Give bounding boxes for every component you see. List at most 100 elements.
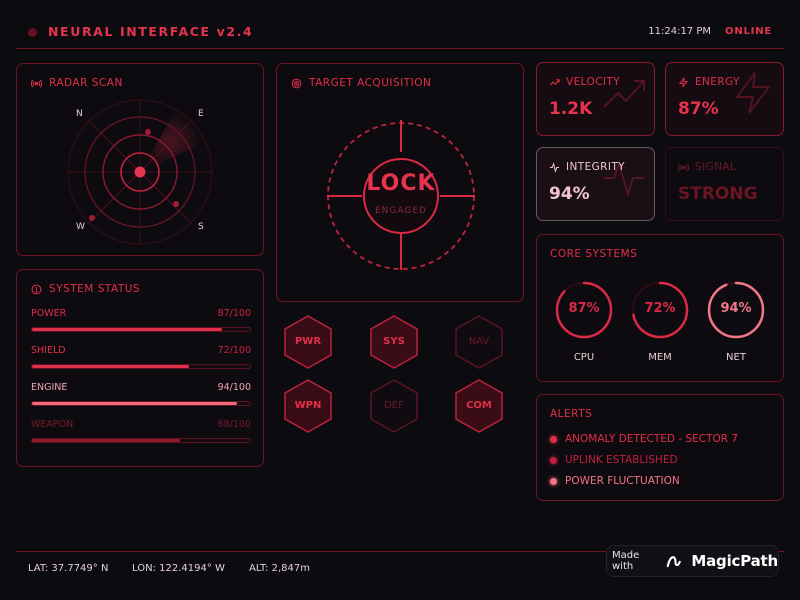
broadcast-icon	[31, 78, 42, 88]
core-systems-title: CORE SYSTEMS	[550, 248, 638, 260]
alert-item[interactable]: POWER FLUCTUATION	[550, 475, 680, 487]
magicpath-logo-icon	[667, 556, 682, 568]
broadcast-icon	[678, 162, 689, 172]
longitude: LON: 122.4194° W	[132, 563, 225, 574]
alerts-panel: ALERTS ANOMALY DETECTED - SECTOR 7 UPLIN…	[536, 394, 784, 501]
hex-button-com[interactable]: COM	[455, 379, 503, 433]
metric-card-velocity[interactable]: VELOCITY 1.2K	[536, 62, 655, 136]
hex-button-wpn[interactable]: WPN	[284, 379, 332, 433]
metric-label: INTEGRITY	[549, 161, 625, 173]
radar-label-w: W	[76, 222, 85, 232]
hex-label: PWR	[294, 336, 322, 347]
radar-blip	[173, 201, 179, 207]
alert-bullet-icon	[550, 456, 557, 464]
metric-card-signal[interactable]: SIGNAL STRONG	[665, 147, 784, 221]
metric-label-text: VELOCITY	[566, 76, 621, 88]
metric-card-energy[interactable]: ENERGY 87%	[665, 62, 784, 136]
target-title: TARGET ACQUISITION	[291, 77, 431, 89]
metric-card-integrity[interactable]: INTEGRITY 94%	[536, 147, 655, 221]
status-value: 94/100	[217, 382, 251, 393]
radar-label-s: S	[198, 222, 204, 232]
clock: 11:24:17 PM	[648, 26, 711, 37]
gauge-label: MEM	[648, 352, 672, 363]
status-name: POWER	[31, 308, 67, 319]
system-status-title-label: SYSTEM STATUS	[49, 283, 141, 295]
hex-label: COM	[466, 400, 492, 411]
activity-icon	[549, 161, 560, 173]
target-reticle[interactable]	[325, 120, 477, 272]
status-value: 87/100	[217, 308, 251, 319]
radar-title-label: RADAR SCAN	[49, 77, 123, 89]
lock-subtext: ENGAGED	[375, 206, 427, 216]
status-bar	[31, 401, 251, 406]
hex-label: DEF	[384, 400, 404, 411]
status-bar-fill	[32, 402, 237, 405]
gauge-cpu: 87% CPU	[554, 280, 614, 365]
radar-label-n: N	[76, 109, 83, 119]
alerts-title: ALERTS	[550, 408, 593, 420]
hex-button-nav[interactable]: NAV	[455, 315, 503, 369]
metric-label: SIGNAL	[678, 161, 736, 173]
header-bar: NEURAL INTERFACE v2.4 11:24:17 PM ONLINE	[16, 16, 784, 49]
gauge-mem: 72% MEM	[630, 280, 690, 365]
status-bar	[31, 438, 251, 443]
radar-panel: RADAR SCAN N E W S	[16, 63, 264, 256]
gauge-label: NET	[726, 352, 746, 363]
radar-blip	[89, 215, 95, 221]
system-status-title: SYSTEM STATUS	[31, 283, 140, 295]
alert-item[interactable]: ANOMALY DETECTED - SECTOR 7	[550, 433, 738, 445]
target-title-label: TARGET ACQUISITION	[309, 77, 432, 89]
gauge-value: 94%	[720, 301, 752, 316]
brand-name: MagicPath	[691, 552, 778, 570]
trend-up-icon	[549, 78, 560, 86]
radar-label-e: E	[198, 109, 204, 119]
status-bar-fill	[32, 439, 181, 442]
zap-icon	[678, 77, 689, 87]
status-name: WEAPON	[31, 419, 74, 430]
hex-label: NAV	[468, 336, 490, 347]
metric-label: ENERGY	[678, 76, 740, 88]
lock-text: LOCK	[366, 171, 436, 196]
made-with-text: Made with	[612, 550, 640, 572]
online-status: ONLINE	[725, 26, 772, 37]
system-status-panel: SYSTEM STATUS POWER 87/100 SHIELD 72/100…	[16, 269, 264, 467]
alert-text: UPLINK ESTABLISHED	[565, 454, 678, 466]
hex-label: SYS	[383, 336, 405, 347]
metric-value: 1.2K	[549, 99, 593, 119]
metric-value: 87%	[678, 99, 719, 119]
gauge-value: 87%	[568, 301, 600, 316]
latitude: LAT: 37.7749° N	[28, 563, 109, 574]
gauge-value: 72%	[644, 301, 676, 316]
metric-label-text: ENERGY	[695, 76, 740, 88]
metric-value: 94%	[549, 184, 590, 204]
status-indicator-dot	[28, 28, 37, 37]
made-with-badge[interactable]: Made with MagicPath	[606, 545, 779, 577]
core-systems-panel: CORE SYSTEMS 87% CPU 72% MEM 94% NET	[536, 234, 784, 382]
radar-center-dot	[134, 166, 146, 178]
status-name: SHIELD	[31, 345, 66, 356]
hex-button-sys[interactable]: SYS	[370, 315, 418, 369]
hex-button-def[interactable]: DEF	[370, 379, 418, 433]
target-icon	[291, 78, 302, 88]
metric-label-text: INTEGRITY	[566, 161, 625, 173]
radar-blip	[145, 129, 151, 135]
hex-label: WPN	[294, 400, 322, 411]
radar-title: RADAR SCAN	[31, 77, 123, 89]
status-value: 72/100	[217, 345, 251, 356]
target-acquisition-panel: TARGET ACQUISITION LOCK ENGAGED	[276, 63, 524, 302]
metric-label: VELOCITY	[549, 76, 620, 88]
status-bar	[31, 327, 251, 332]
altitude: ALT: 2,847m	[249, 563, 310, 574]
alert-item[interactable]: UPLINK ESTABLISHED	[550, 454, 678, 466]
app-title: NEURAL INTERFACE v2.4	[48, 24, 254, 39]
radar-display[interactable]	[67, 99, 213, 245]
alert-circle-icon	[31, 284, 42, 294]
alert-text: ANOMALY DETECTED - SECTOR 7	[565, 433, 739, 445]
hex-button-pwr[interactable]: PWR	[284, 315, 332, 369]
alert-bullet-icon	[550, 435, 557, 443]
metric-value: STRONG	[678, 184, 758, 204]
gauge-label: CPU	[573, 352, 595, 363]
status-bar-fill	[32, 365, 189, 368]
metric-label-text: SIGNAL	[695, 161, 737, 173]
status-value: 68/100	[217, 419, 251, 430]
